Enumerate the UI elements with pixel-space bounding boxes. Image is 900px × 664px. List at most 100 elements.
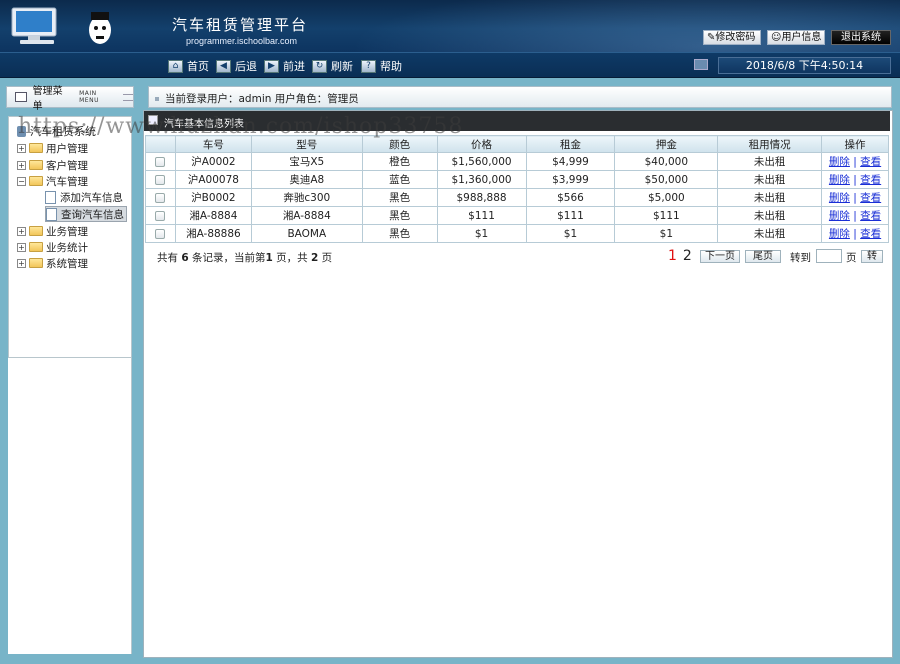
- delete-link[interactable]: 删除: [829, 156, 850, 168]
- nav-home-label: 首页: [187, 60, 209, 73]
- row-checkbox[interactable]: [155, 210, 166, 221]
- plate-cell: 沪B0002: [174, 188, 252, 207]
- pager-info: 共有 6 条记录，当前第1 页，共 2 页: [157, 250, 332, 265]
- mascot-icon: [89, 12, 111, 44]
- color-cell: 黑色: [361, 206, 438, 225]
- pager-current: 1: [265, 252, 273, 264]
- expand-icon[interactable]: +: [17, 242, 26, 252]
- view-link[interactable]: 查看: [860, 210, 881, 222]
- sidebar-item-car-management[interactable]: − 汽车管理: [17, 173, 88, 189]
- user-info-button[interactable]: ☺用户信息: [767, 30, 825, 45]
- app-header: 汽车租赁管理平台 programmer.ischoolbar.com ✎修改密码…: [0, 0, 900, 52]
- view-link[interactable]: 查看: [860, 228, 881, 240]
- view-link[interactable]: 查看: [860, 192, 881, 204]
- sidebar-item-customer-management[interactable]: + 客户管理: [17, 157, 88, 173]
- open-folder-icon: [29, 176, 43, 186]
- sidebar-item-label: 系统管理: [46, 257, 88, 270]
- expand-icon[interactable]: +: [17, 226, 26, 236]
- status-cell: 未出租: [717, 152, 823, 171]
- menu-icon: [15, 92, 27, 102]
- table-row: 湘A-88886 BAOMA 黑色 $1 $1 $1 未出租 删除 | 查看: [145, 224, 889, 243]
- folder-icon: [29, 160, 43, 170]
- action-separator: |: [853, 156, 857, 168]
- refresh-icon: ↻: [312, 59, 327, 73]
- menu-header: 管理菜单 MAIN MENU: [6, 86, 134, 112]
- user-info-label: 用户信息: [781, 32, 822, 43]
- view-link[interactable]: 查看: [860, 174, 881, 186]
- go-button[interactable]: 转: [861, 250, 883, 263]
- color-cell: 橙色: [361, 152, 438, 171]
- status-cell: 未出租: [717, 206, 823, 225]
- nav-back-label: 后退: [235, 60, 257, 73]
- app-subtitle: programmer.ischoolbar.com: [186, 36, 298, 46]
- nav-forward[interactable]: ▶ 前进: [264, 58, 305, 74]
- expand-icon[interactable]: +: [17, 143, 26, 153]
- price-cell: $1: [436, 224, 527, 243]
- nav-back[interactable]: ◀ 后退: [216, 58, 257, 74]
- nav-help[interactable]: ? 帮助: [361, 58, 402, 74]
- sidebar-item-user-management[interactable]: + 用户管理: [17, 140, 88, 156]
- model-cell: 湘A-8884: [250, 206, 363, 225]
- last-page-button[interactable]: 尾页: [745, 250, 781, 263]
- goto-label: 转到: [790, 252, 811, 264]
- model-cell: 奥迪A8: [250, 170, 363, 189]
- rent-cell: $111: [525, 206, 616, 225]
- pager-mid: 条记录，当前第: [192, 252, 266, 264]
- home-icon: ⌂: [168, 59, 183, 73]
- action-separator: |: [853, 210, 857, 222]
- actions-cell: 删除 | 查看: [821, 188, 889, 207]
- deposit-cell: $5,000: [614, 188, 719, 207]
- price-cell: $1,360,000: [436, 170, 527, 189]
- price-cell: $988,888: [436, 188, 527, 207]
- deposit-cell: $111: [614, 206, 719, 225]
- model-cell: BAOMA: [250, 224, 363, 243]
- change-password-button[interactable]: ✎修改密码: [703, 30, 761, 45]
- sidebar-item-system-management[interactable]: + 系统管理: [17, 255, 88, 271]
- row-checkbox[interactable]: [155, 156, 166, 167]
- document-icon: [46, 207, 57, 221]
- page-link-2[interactable]: 2: [683, 248, 692, 264]
- sidebar-item-label: 添加汽车信息: [60, 191, 123, 204]
- pager-total: 6: [181, 252, 189, 264]
- page-unit-label: 页: [846, 252, 857, 264]
- expand-icon[interactable]: +: [17, 258, 26, 268]
- sidebar-item-add-car[interactable]: 添加汽车信息: [45, 189, 125, 205]
- nav-home[interactable]: ⌂ 首页: [168, 58, 209, 74]
- table-row: 沪A00078 奥迪A8 蓝色 $1,360,000 $3,999 $50,00…: [145, 170, 889, 189]
- row-select-cell: [145, 206, 176, 225]
- color-cell: 蓝色: [361, 170, 438, 189]
- logout-button[interactable]: 退出系统: [831, 30, 891, 45]
- back-arrow-icon: ◀: [216, 59, 231, 73]
- delete-link[interactable]: 删除: [829, 228, 850, 240]
- collapse-icon[interactable]: −: [17, 176, 26, 186]
- page-link-1[interactable]: 1: [668, 248, 677, 264]
- row-checkbox[interactable]: [155, 192, 166, 203]
- sidebar-item-query-car[interactable]: 查询汽车信息: [45, 206, 127, 222]
- expand-icon[interactable]: +: [17, 160, 26, 170]
- delete-link[interactable]: 删除: [829, 192, 850, 204]
- row-checkbox[interactable]: [155, 174, 166, 185]
- row-checkbox[interactable]: [155, 228, 166, 239]
- change-password-label: 修改密码: [715, 32, 756, 43]
- delete-link[interactable]: 删除: [829, 174, 850, 186]
- page-links: 12: [668, 248, 692, 264]
- bullet-icon: [155, 96, 159, 101]
- folder-icon: [29, 226, 43, 236]
- goto-page-input[interactable]: [816, 249, 842, 263]
- sidebar-item-business-statistics[interactable]: + 业务统计: [17, 239, 88, 255]
- plate-cell: 沪A0002: [174, 152, 252, 171]
- plate-cell: 湘A-8884: [174, 206, 252, 225]
- nav-refresh[interactable]: ↻ 刷新: [312, 58, 353, 74]
- folder-icon: [29, 258, 43, 268]
- table-row: 沪A0002 宝马X5 橙色 $1,560,000 $4,999 $40,000…: [145, 152, 889, 171]
- table-row: 沪B0002 奔驰c300 黑色 $988,888 $566 $5,000 未出…: [145, 188, 889, 207]
- actions-cell: 删除 | 查看: [821, 170, 889, 189]
- delete-link[interactable]: 删除: [829, 210, 850, 222]
- sidebar-item-business-management[interactable]: + 业务管理: [17, 223, 88, 239]
- model-cell: 宝马X5: [250, 152, 363, 171]
- pager-pages: 2: [311, 252, 319, 264]
- column-header-status: 租用情况: [717, 135, 823, 153]
- collapse-lines-icon[interactable]: [123, 93, 134, 101]
- next-page-button[interactable]: 下一页: [700, 250, 740, 263]
- view-link[interactable]: 查看: [860, 156, 881, 168]
